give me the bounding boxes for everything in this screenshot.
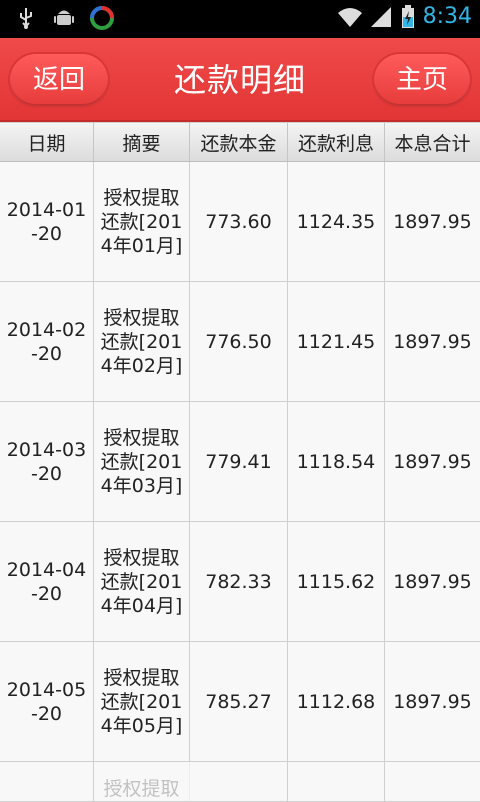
cell-total: 1897.95 — [393, 570, 472, 593]
table-row: 2014-03-20 授权提取还款[2014年03月] 779.41 1118.… — [0, 402, 480, 522]
cell-date: 2014-03-20 — [0, 402, 94, 521]
cell-summary: 授权提取还款[2014年02月] — [94, 282, 190, 401]
column-header-total: 本息合计 — [394, 132, 471, 155]
column-header-interest: 还款利息 — [288, 123, 385, 161]
column-header-date: 日期 — [0, 123, 94, 161]
app-header: 还款明细 返回 主页 — [0, 38, 480, 122]
android-debug-icon — [52, 6, 76, 30]
cell-interest: 1115.62 — [288, 522, 385, 641]
cell-total: 1897.95 — [393, 210, 472, 233]
cell-interest: 1124.35 — [288, 162, 385, 281]
usb-icon — [14, 6, 38, 30]
cell-total: 1897.95 — [393, 330, 472, 353]
cell-principal: 776.50 — [190, 282, 288, 401]
status-bar: 8:34 — [0, 0, 480, 38]
repayment-table[interactable]: 2014-01-20 授权提取还款[2014年01月] 773.60 1124.… — [0, 162, 480, 802]
cell-summary: 授权提取还款[2014年03月] — [94, 402, 190, 521]
table-header: 日期 摘要 还款本金 还款利息 本息合计 — [0, 122, 480, 162]
table-row: 2014-05-20 授权提取还款[2014年05月] 785.27 1112.… — [0, 642, 480, 762]
cell-principal: 779.41 — [190, 402, 288, 521]
table-row: 2014-04-20 授权提取还款[2014年04月] 782.33 1115.… — [0, 522, 480, 642]
cell-total — [385, 762, 480, 801]
cell-principal: 782.33 — [190, 522, 288, 641]
column-header-principal: 还款本金 — [190, 123, 288, 161]
cell-summary: 授权提取还款[2014年04月] — [94, 522, 190, 641]
column-header-summary: 摘要 — [94, 123, 190, 161]
table-row: 2014-01-20 授权提取还款[2014年01月] 773.60 1124.… — [0, 162, 480, 282]
wifi-icon — [337, 5, 362, 29]
cell-total: 1897.95 — [393, 450, 472, 473]
cell-interest: 1112.68 — [288, 642, 385, 761]
cell-summary: 授权提取 — [94, 762, 190, 801]
cell-summary: 授权提取还款[2014年01月] — [94, 162, 190, 281]
clock-time: 8:34 — [422, 4, 472, 29]
back-button[interactable]: 返回 — [10, 54, 108, 106]
cell-date — [0, 762, 94, 801]
cell-summary: 授权提取还款[2014年05月] — [94, 642, 190, 761]
cell-principal — [190, 762, 288, 801]
home-button[interactable]: 主页 — [374, 54, 470, 106]
signal-icon — [369, 5, 393, 29]
cell-interest: 1118.54 — [288, 402, 385, 521]
battery-icon — [401, 4, 415, 29]
cell-date: 2014-01-20 — [0, 162, 94, 281]
cell-date: 2014-05-20 — [0, 642, 94, 761]
table-row: 2014-02-20 授权提取还款[2014年02月] 776.50 1121.… — [0, 282, 480, 402]
cell-principal: 785.27 — [190, 642, 288, 761]
app-icon — [90, 6, 114, 30]
cell-date: 2014-02-20 — [0, 282, 94, 401]
cell-date: 2014-04-20 — [0, 522, 94, 641]
table-row: 授权提取 — [0, 762, 480, 802]
cell-interest: 1121.45 — [288, 282, 385, 401]
cell-interest — [288, 762, 385, 801]
cell-total: 1897.95 — [393, 690, 472, 713]
cell-principal: 773.60 — [190, 162, 288, 281]
